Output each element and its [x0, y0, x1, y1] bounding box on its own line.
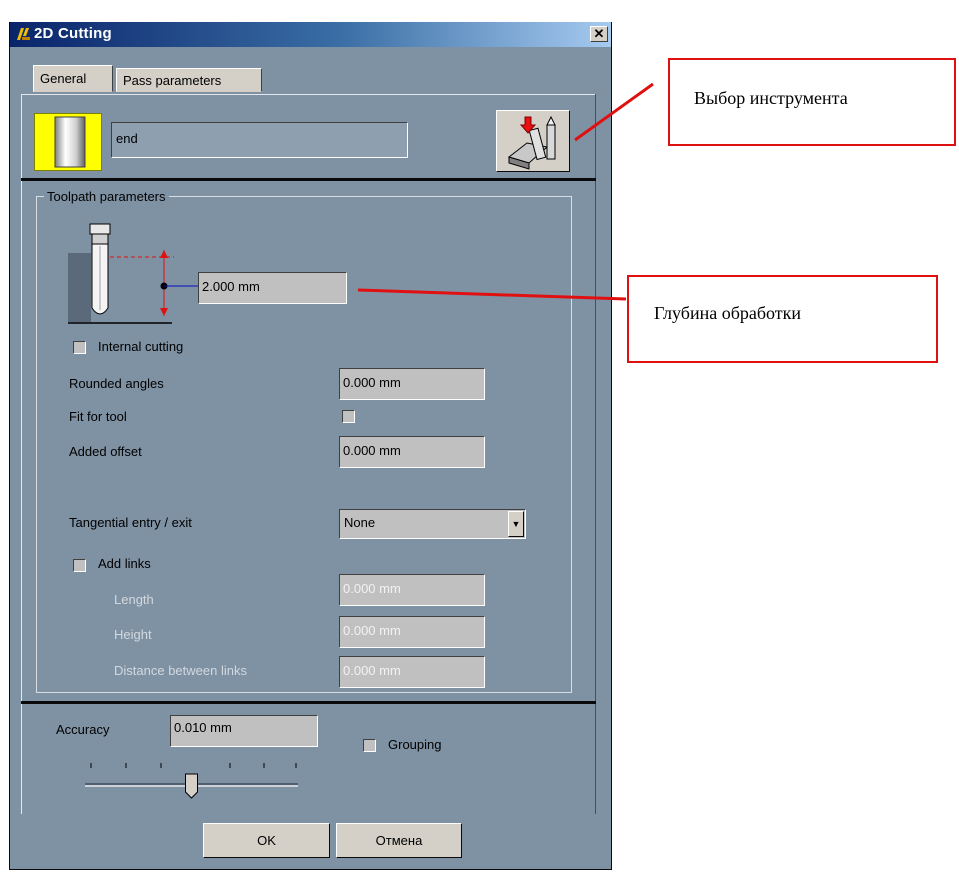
- annotation-depth-text: Глубина обработки: [654, 303, 802, 323]
- added-offset-label: Added offset: [69, 444, 142, 459]
- fit-for-tool-checkbox[interactable]: [342, 410, 355, 423]
- grouping-checkbox[interactable]: [363, 739, 376, 752]
- height-input[interactable]: 0.000 mm: [339, 616, 485, 648]
- depth-diagram: [68, 223, 198, 324]
- toolpath-parameters-title: Toolpath parameters: [44, 189, 169, 204]
- annotation-depth: Глубина обработки: [627, 275, 938, 363]
- tab-pass-parameters-label: Pass parameters: [123, 73, 222, 88]
- rounded-angles-label: Rounded angles: [69, 376, 164, 391]
- tab-page-border-left: [21, 94, 22, 814]
- tool-preview-icon[interactable]: [34, 113, 102, 171]
- tangential-selected: None: [344, 515, 376, 530]
- tab-page-border: [21, 94, 596, 95]
- tab-general[interactable]: General: [33, 65, 113, 92]
- cancel-button-label: Отмена: [375, 833, 423, 848]
- distance-between-links-label: Distance between links: [114, 663, 247, 678]
- accuracy-input[interactable]: 0.010 mm: [170, 715, 318, 747]
- accuracy-label: Accuracy: [56, 722, 110, 737]
- end-mill-icon: [54, 116, 86, 168]
- tool-select-button[interactable]: [496, 110, 570, 172]
- internal-cutting-checkbox[interactable]: [73, 341, 86, 354]
- close-icon: ✕: [593, 26, 605, 41]
- window-title: 2D Cutting: [34, 25, 112, 42]
- close-button[interactable]: ✕: [590, 26, 608, 42]
- grouping-label: Grouping: [388, 737, 442, 752]
- internal-cutting-label: Internal cutting: [98, 339, 184, 354]
- app-icon: [17, 28, 30, 40]
- separator-bottom: [21, 701, 596, 704]
- accuracy-slider[interactable]: [82, 760, 302, 800]
- separator-top: [21, 178, 596, 181]
- ok-button[interactable]: OK: [203, 823, 330, 858]
- rounded-angles-input[interactable]: 0.000 mm: [339, 368, 485, 400]
- height-label: Height: [114, 627, 152, 642]
- length-input[interactable]: 0.000 mm: [339, 574, 485, 606]
- add-links-label: Add links: [98, 556, 151, 571]
- chevron-down-icon: ▼: [511, 519, 521, 529]
- added-offset-input[interactable]: 0.000 mm: [339, 436, 485, 468]
- slider-thumb[interactable]: [185, 773, 198, 799]
- annotation-tool-select: Выбор инструмента: [668, 58, 956, 146]
- annotation-tool-select-text: Выбор инструмента: [694, 88, 848, 108]
- distance-between-links-input[interactable]: 0.000 mm: [339, 656, 485, 688]
- tab-pass-parameters[interactable]: Pass parameters: [116, 68, 262, 92]
- tab-page-border-right: [595, 94, 596, 814]
- add-links-checkbox[interactable]: [73, 559, 86, 572]
- ok-button-label: OK: [257, 833, 276, 848]
- tangential-select[interactable]: None: [339, 509, 526, 539]
- tool-library-icon: [507, 115, 556, 170]
- tab-general-label: General: [40, 71, 87, 86]
- fit-for-tool-label: Fit for tool: [69, 409, 127, 424]
- depth-input[interactable]: 2.000 mm: [198, 272, 347, 304]
- tangential-label: Tangential entry / exit: [69, 515, 192, 530]
- length-label: Length: [114, 592, 154, 607]
- tangential-dropdown-button[interactable]: ▼: [508, 511, 524, 537]
- cancel-button[interactable]: Отмена: [336, 823, 462, 858]
- tool-name-field[interactable]: end: [111, 122, 408, 158]
